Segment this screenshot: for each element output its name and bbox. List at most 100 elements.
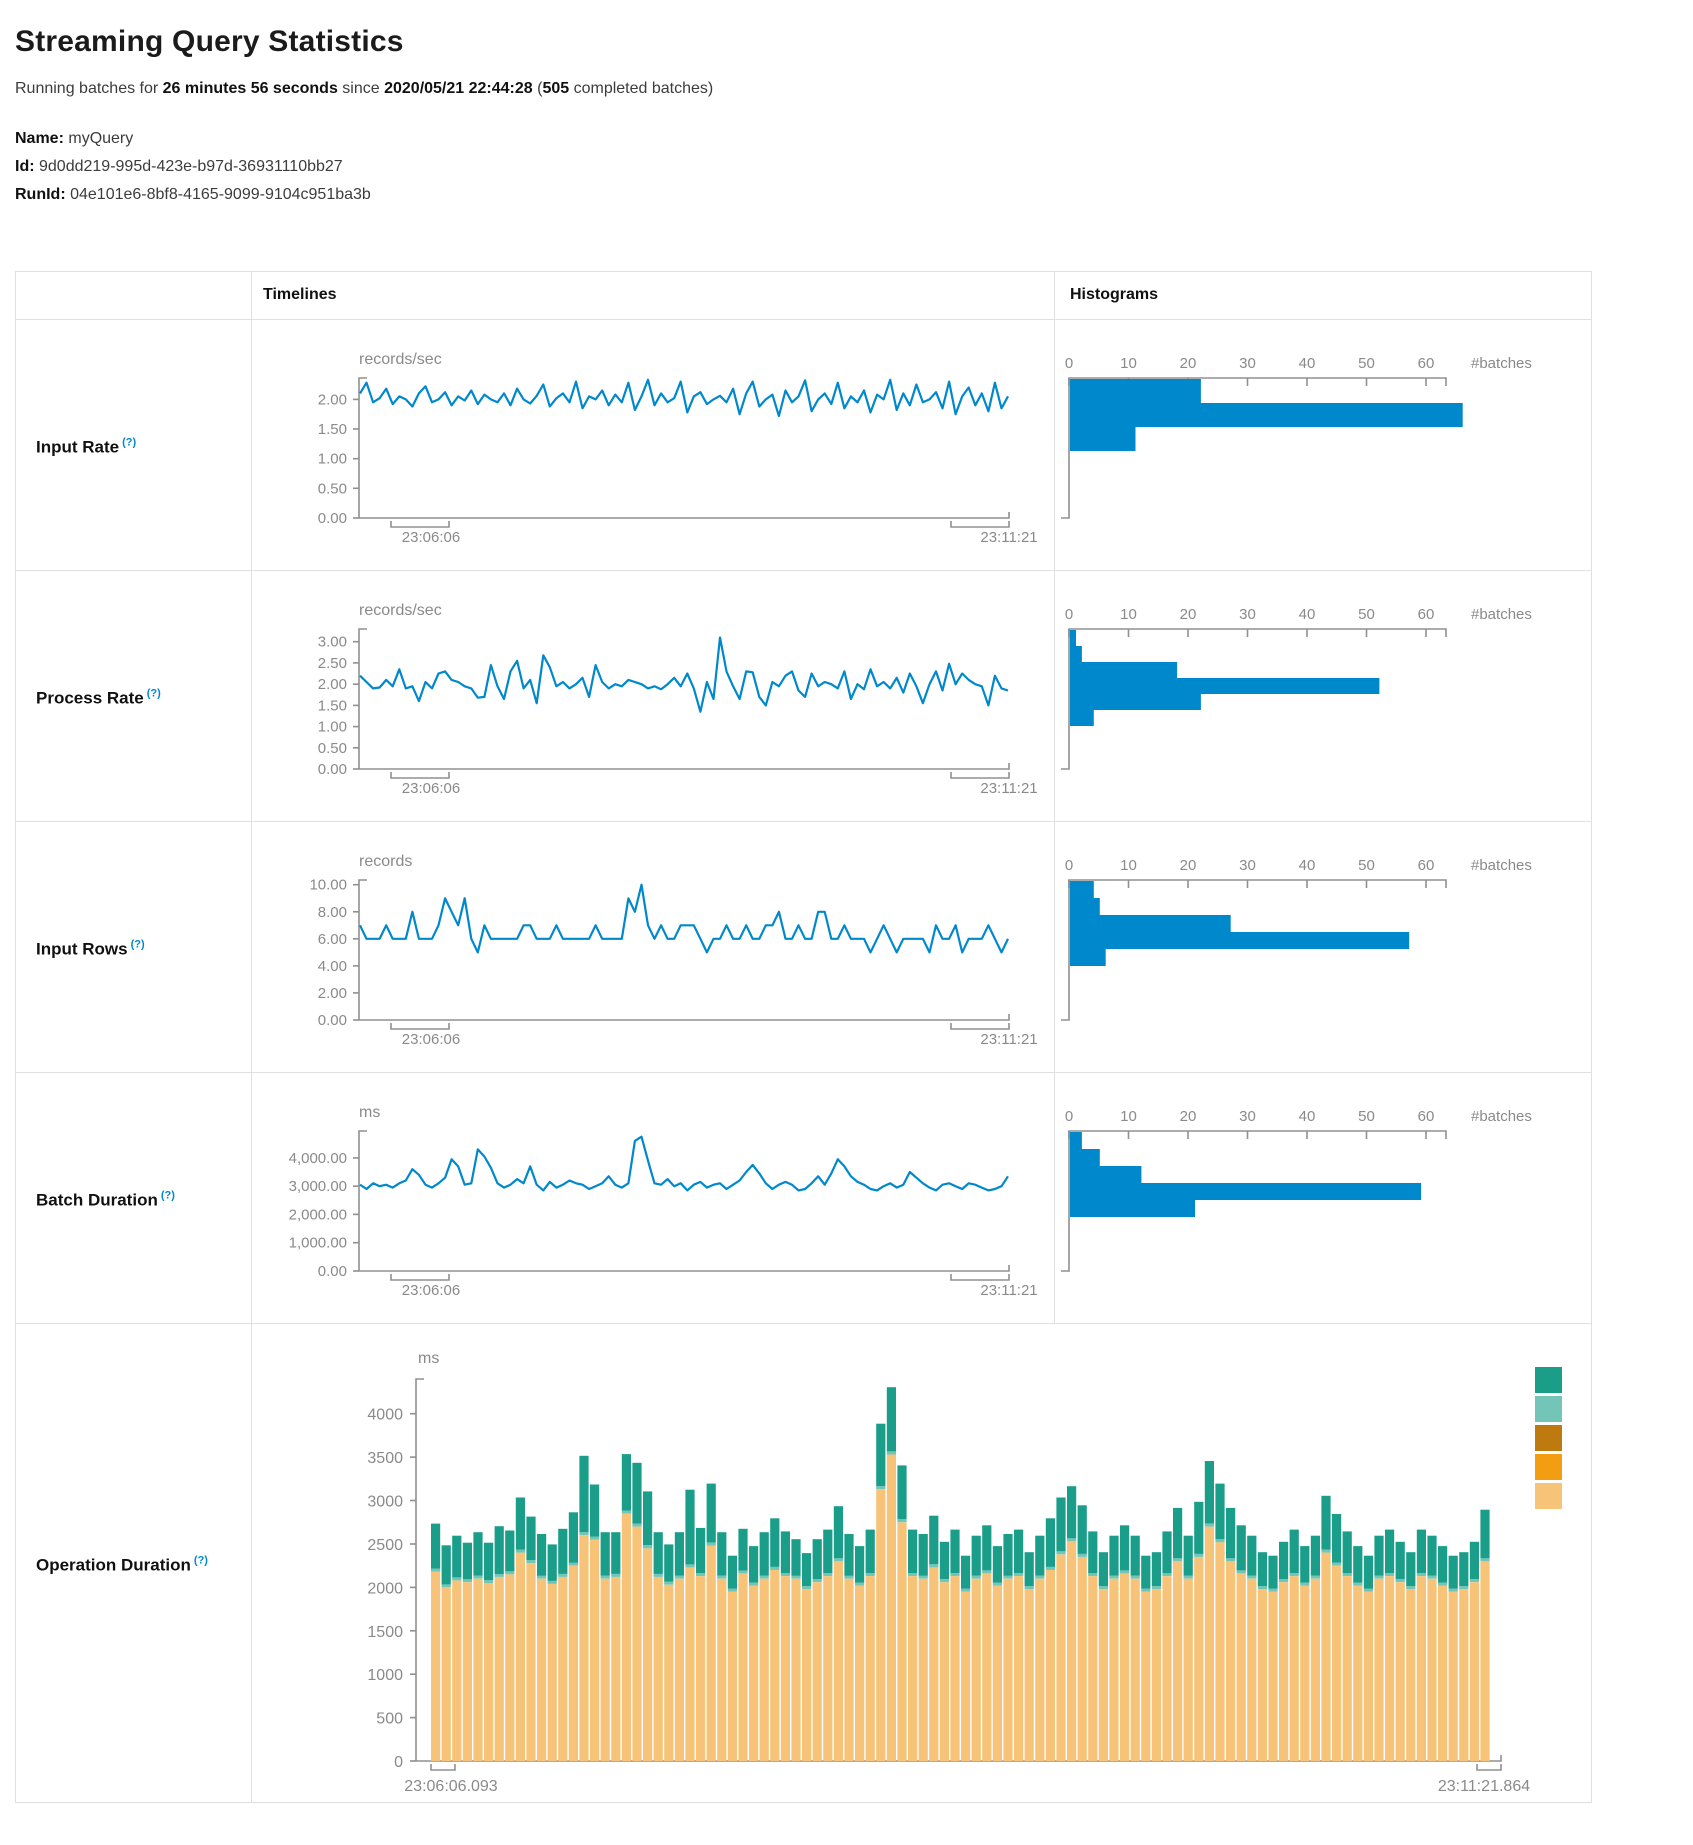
svg-text:50: 50 [1358,857,1375,874]
stacked-bar-segment [1025,1586,1034,1589]
stacked-bar-segment [1470,1542,1479,1579]
stacked-bar-segment [685,1564,694,1567]
histogram-bar [1070,1132,1082,1149]
stacked-bar-segment [1162,1531,1171,1573]
help-icon[interactable]: (?) [131,939,145,951]
stacked-bar-segment [738,1574,747,1762]
stacked-bar-segment [1014,1576,1023,1761]
stacked-bar-segment [791,1576,800,1579]
stacked-bar-segment [1046,1567,1055,1570]
stacked-bar-segment [579,1535,588,1761]
svg-text:1.50: 1.50 [318,697,347,714]
stacked-bar-segment [1427,1579,1436,1761]
stacked-bar-segment [1480,1561,1489,1761]
stacked-bar-segment [972,1536,981,1576]
legend-swatch[interactable] [1535,1396,1562,1422]
stacked-bar-segment [654,1574,663,1577]
query-id-value: 9d0dd219-995d-423e-b97d-36931110bb27 [39,158,343,175]
stacked-bar-segment [1003,1579,1012,1761]
stacked-bar-segment [1268,1589,1277,1592]
stacked-bar-segment [1449,1556,1458,1589]
svg-text:40: 40 [1299,857,1316,874]
stacked-bar-segment [813,1579,822,1582]
row-label-input-rows: Input Rows(?) [36,934,248,961]
stacked-bar-segment [537,1579,546,1761]
stacked-bar-segment [855,1583,864,1586]
timeline-axis [359,1131,1009,1271]
stacked-bar-segment [442,1545,451,1584]
svg-text:0: 0 [1065,355,1073,372]
histogram-bar [1070,949,1106,966]
stacked-bar-segment [611,1574,620,1577]
help-icon[interactable]: (?) [161,1190,175,1202]
stacked-bar-segment [929,1564,938,1567]
stacked-bar-segment [622,1511,631,1514]
stacked-bar-segment [1311,1536,1320,1576]
stacked-bar-segment [1035,1579,1044,1761]
svg-text:8.00: 8.00 [318,904,347,921]
stacked-bar-segment [929,1567,938,1761]
stacked-bar-segment [601,1576,610,1579]
stacked-bar-segment [526,1563,535,1761]
svg-text:4000: 4000 [367,1407,403,1424]
stacked-bar-segment [452,1577,461,1580]
stacked-bar-segment [1025,1589,1034,1761]
stacked-bar-segment [632,1527,641,1761]
stacked-bar-segment [505,1571,514,1574]
svg-text:4.00: 4.00 [318,958,347,975]
help-icon[interactable]: (?) [194,1555,208,1567]
stacked-bar-segment [1237,1570,1246,1573]
chart-process-rate: records/sec0.000.501.001.502.002.503.002… [252,571,1591,821]
stacked-bar-segment [1343,1576,1352,1761]
stacked-bar-segment [887,1452,896,1455]
legend-swatch[interactable] [1535,1483,1562,1509]
stacked-bar-segment [1480,1558,1489,1561]
legend-swatch[interactable] [1535,1367,1562,1393]
table-row-operation-duration: Operation Duration(?) ms0500100015002000… [16,1324,1591,1802]
svg-text:0.00: 0.00 [318,1263,347,1280]
page: Streaming Query Statistics Running batch… [0,25,1693,1803]
stacked-bar-segment [1078,1557,1087,1761]
histogram-bar [1070,710,1094,726]
svg-text:10.00: 10.00 [309,877,347,894]
stacked-bar-segment [1300,1586,1309,1761]
svg-text:1.00: 1.00 [318,451,347,468]
query-id-label: Id: [15,158,35,175]
stacked-bar-segment [1131,1579,1140,1761]
stacked-bar-segment [1056,1551,1065,1554]
stacked-bar-segment [1311,1579,1320,1761]
stacked-bar-segment [495,1526,504,1574]
stacked-bar-segment [601,1579,610,1761]
row-label-text: Operation Duration [36,1555,191,1574]
svg-text:23:06:06: 23:06:06 [402,1031,460,1048]
svg-text:40: 40 [1299,1108,1316,1125]
stacked-bar-segment [993,1583,1002,1586]
stacked-bar-segment [1056,1498,1065,1552]
stacked-bar-segment [473,1532,482,1575]
stacked-bar-segment [1332,1563,1341,1566]
stacked-bar-segment [1162,1576,1171,1761]
stacked-bar-segment [1067,1541,1076,1761]
stacked-bar-segment [993,1586,1002,1761]
stacked-bar-segment [516,1498,525,1550]
stacked-bar-segment [1470,1582,1479,1761]
stacked-bar-segment [707,1484,716,1543]
stacked-bar-segment [1438,1583,1447,1586]
stacked-bar-segment [1014,1573,1023,1576]
help-icon[interactable]: (?) [147,688,161,700]
help-icon[interactable]: (?) [122,437,136,449]
stacked-bar-segment [1417,1573,1426,1576]
legend-swatch[interactable] [1535,1454,1562,1480]
svg-text:3.00: 3.00 [318,634,347,651]
column-divider [1054,272,1055,319]
histogram-bar [1070,379,1201,403]
stacked-bar-segment [1268,1592,1277,1761]
svg-text:6.00: 6.00 [318,931,347,948]
stacked-bar-segment [1173,1561,1182,1761]
svg-text:2.00: 2.00 [318,391,347,408]
stacked-bar-segment [1247,1576,1256,1579]
stacked-bar-segment [452,1580,461,1761]
stacked-bar-segment [738,1529,747,1571]
legend-swatch[interactable] [1535,1425,1562,1451]
stacked-bar-segment [611,1532,620,1574]
